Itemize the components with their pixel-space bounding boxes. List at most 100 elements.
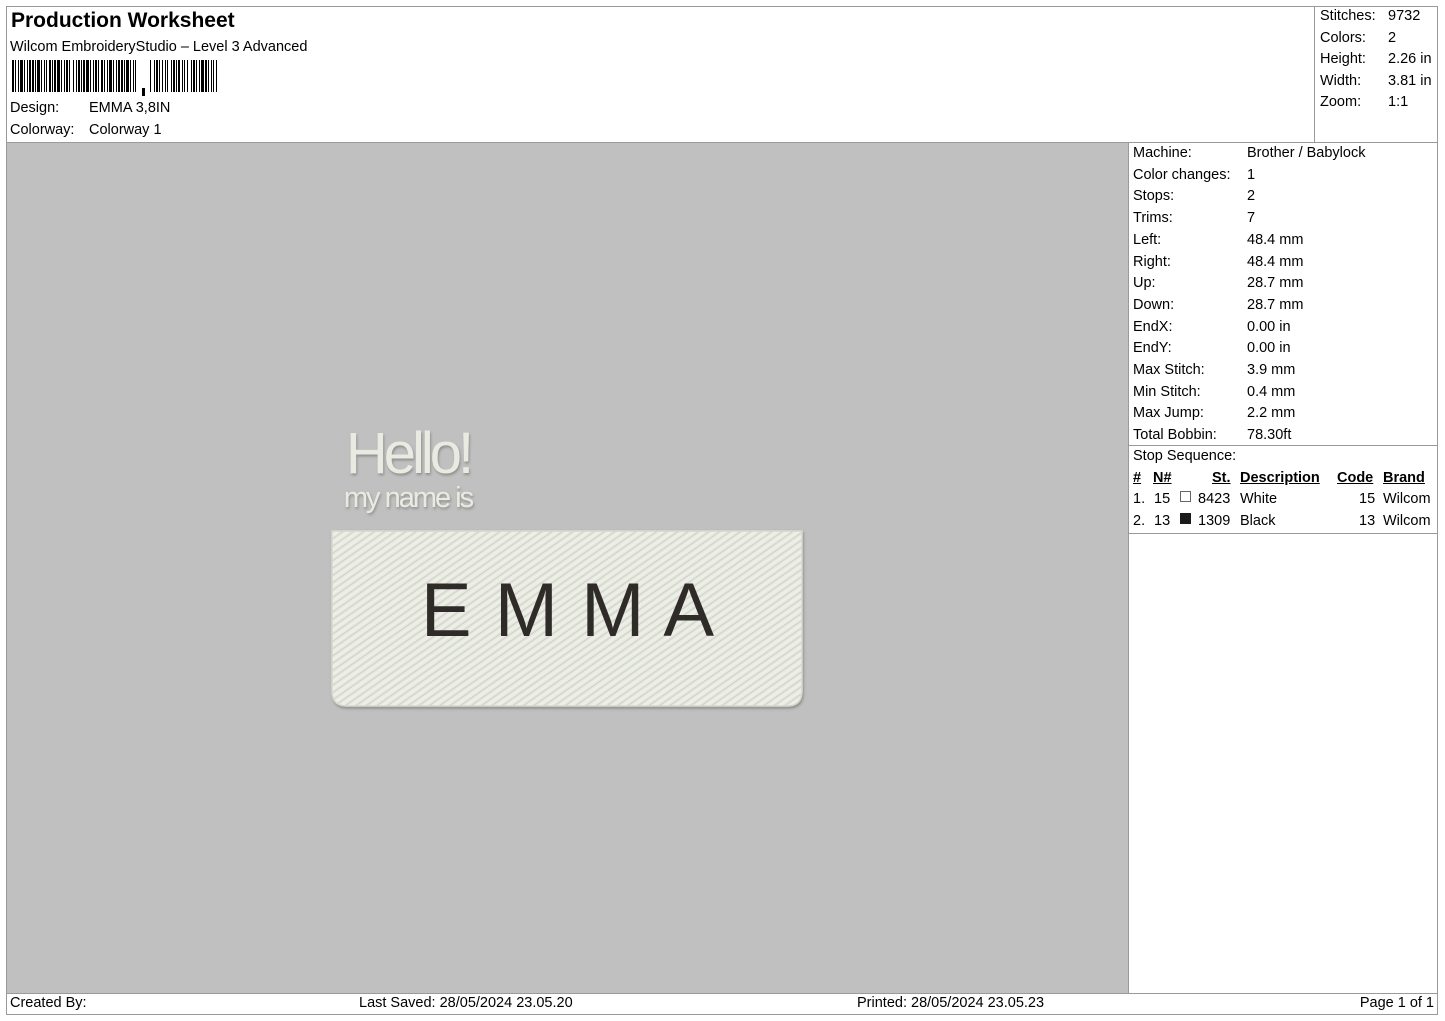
summary-value: 1:1 [1388, 94, 1409, 110]
last-saved: Last Saved: 28/05/2024 23.05.20 [359, 995, 573, 1011]
summary-box: Stitches: 9732 Colors: 2 Height: 2.26 in Wi… [1314, 6, 1438, 143]
detail-row: Color changes: 1 [1133, 167, 1255, 183]
summary-value: 2.26 in [1388, 51, 1432, 67]
summary-row: Width: 3.81 in [1320, 73, 1432, 89]
detail-row: Trims: 7 [1133, 210, 1255, 226]
stop-code: 15 [1359, 491, 1376, 507]
summary-label: Width: [1320, 73, 1362, 89]
stop-description: Black [1240, 513, 1276, 529]
detail-label: Color changes: [1133, 166, 1231, 183]
name-text: E M M A [421, 568, 715, 653]
summary-label: Height: [1320, 51, 1366, 67]
page-number: Page 1 of 1 [1359, 995, 1434, 1011]
page-title: Production Worksheet [11, 9, 235, 32]
detail-row: Machine: Brother / Babylock [1133, 145, 1365, 161]
detail-row: Down: 28.7 mm [1133, 297, 1303, 313]
design-preview-canvas: Hello! my name is E M M A [7, 143, 1128, 993]
stop-code: 13 [1359, 513, 1376, 529]
stop-brand: Wilcom [1383, 491, 1431, 507]
design-label: Design: [10, 100, 60, 116]
stop-description: White [1240, 491, 1278, 507]
software-subtitle: Wilcom EmbroideryStudio – Level 3 Advanc… [10, 39, 308, 55]
detail-value: 2.2 mm [1247, 405, 1296, 422]
col-header-st: St. [1212, 470, 1231, 486]
barcode [12, 60, 217, 96]
detail-value: 28.7 mm [1247, 275, 1304, 292]
tagline-text: my name is [344, 482, 474, 514]
detail-label: EndX: [1133, 318, 1173, 335]
stop-num: 1. [1133, 491, 1146, 507]
detail-row: Total Bobbin: 78.30ft [1133, 427, 1291, 443]
thread-swatch-black [1180, 513, 1191, 524]
summary-value: 3.81 in [1388, 73, 1432, 89]
detail-row: Max Stitch: 3.9 mm [1133, 362, 1295, 378]
worksheet-header: Production Worksheet Wilcom EmbroiderySt… [6, 6, 1315, 143]
detail-value: 3.9 mm [1247, 362, 1296, 378]
detail-row: Max Jump: 2.2 mm [1133, 405, 1295, 421]
detail-value: 48.4 mm [1247, 231, 1304, 248]
detail-label: Up: [1133, 275, 1156, 292]
detail-label: Max Stitch: [1133, 362, 1205, 378]
design-row: Design: EMMA 3,8IN [10, 100, 170, 116]
worksheet-footer: Created By: Last Saved: 28/05/2024 23.05… [6, 993, 1438, 1015]
summary-label: Zoom: [1320, 94, 1362, 110]
design-details-panel: Stop Sequence: # N# St. Description Code… [1128, 143, 1438, 993]
colorway-row: Colorway: Colorway 1 [10, 122, 162, 138]
detail-value: 7 [1247, 210, 1256, 227]
detail-label: Trims: [1133, 210, 1173, 227]
colorway-label: Colorway: [10, 122, 75, 138]
detail-label: Left: [1133, 231, 1162, 248]
created-by: Created By: [10, 995, 87, 1011]
detail-row: Right: 48.4 mm [1133, 254, 1303, 270]
detail-value: Brother / Babylock [1247, 145, 1366, 161]
detail-row: EndY: 0.00 in [1133, 340, 1291, 356]
colorway-value: Colorway 1 [89, 122, 162, 138]
detail-value: 2 [1247, 188, 1256, 205]
detail-label: Machine: [1133, 145, 1192, 161]
col-header-n: N# [1153, 470, 1172, 486]
stop-needle: 13 [1154, 513, 1171, 529]
detail-value: 1 [1247, 166, 1256, 183]
detail-label: Right: [1133, 253, 1171, 270]
summary-value: 2 [1388, 30, 1397, 46]
col-header-code: Code [1337, 470, 1374, 486]
detail-label: Stops: [1133, 188, 1175, 205]
stop-sequence-title: Stop Sequence: [1133, 448, 1237, 464]
col-header-brand: Brand [1383, 470, 1425, 486]
summary-row: Colors: 2 [1320, 30, 1396, 46]
detail-label: Max Jump: [1133, 405, 1204, 422]
summary-label: Stitches: [1320, 8, 1376, 24]
detail-value: 48.4 mm [1247, 253, 1304, 270]
design-value: EMMA 3,8IN [89, 100, 171, 116]
embroidery-design: Hello! my name is E M M A [331, 421, 803, 707]
stop-num: 2. [1133, 513, 1146, 529]
stop-stitches: 1309 [1198, 513, 1231, 529]
detail-label: Down: [1133, 296, 1175, 313]
detail-value: 0.00 in [1247, 340, 1291, 357]
detail-label: EndY: [1133, 340, 1172, 357]
thread-swatch-white [1180, 491, 1191, 502]
detail-row: Stops: 2 [1133, 188, 1255, 204]
detail-label: Min Stitch: [1133, 383, 1201, 400]
detail-value: 78.30ft [1247, 427, 1292, 444]
detail-label: Total Bobbin: [1133, 427, 1217, 444]
summary-row: Height: 2.26 in [1320, 51, 1432, 67]
detail-value: 0.4 mm [1247, 383, 1296, 400]
divider [1129, 445, 1438, 446]
stop-needle: 15 [1154, 491, 1171, 507]
detail-value: 0.00 in [1247, 318, 1291, 335]
detail-row: Min Stitch: 0.4 mm [1133, 384, 1295, 400]
summary-value: 9732 [1388, 8, 1421, 24]
detail-row: Left: 48.4 mm [1133, 232, 1303, 248]
detail-row: EndX: 0.00 in [1133, 319, 1291, 335]
detail-value: 28.7 mm [1247, 296, 1304, 313]
col-header-description: Description [1240, 470, 1320, 486]
col-header-num: # [1133, 470, 1142, 486]
hello-text: Hello! [346, 421, 470, 486]
printed-date: Printed: 28/05/2024 23.05.23 [857, 995, 1045, 1011]
detail-row: Up: 28.7 mm [1133, 275, 1303, 291]
divider [1129, 533, 1438, 534]
summary-row: Zoom: 1:1 [1320, 94, 1408, 110]
stop-stitches: 8423 [1198, 491, 1231, 507]
summary-row: Stitches: 9732 [1320, 8, 1420, 24]
